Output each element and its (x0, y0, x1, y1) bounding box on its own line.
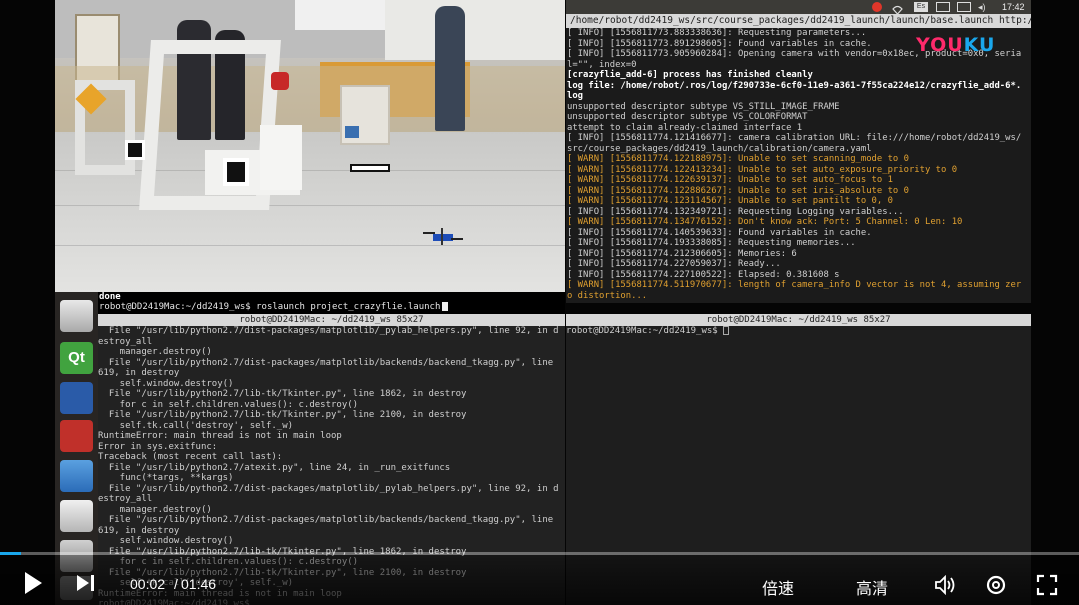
log-line: [crazyflie_add-6] process has finished c… (567, 70, 813, 80)
log-line: unsupported descriptor subtype VS_STILL_… (567, 101, 840, 112)
terminal-line: manager.destroy() (98, 504, 212, 515)
video-player[interactable]: Es ◂) 17:42 /home/robot/dd2419_ws/src/co… (0, 0, 1079, 605)
terminal-line: File "/usr/lib/python2.7/lib-tk/Tkinter.… (98, 389, 467, 399)
current-time: 00:02 (130, 576, 166, 592)
files-app-icon[interactable] (60, 300, 93, 332)
drive-icon[interactable] (60, 500, 93, 532)
log-line: unsupported descriptor subtype VS_COLORF… (567, 112, 808, 122)
launch-command-text: robot@DD2419Mac:~/dd2419_ws$ roslaunch p… (99, 302, 441, 312)
terminal-line: 619, in destroy (98, 525, 180, 536)
record-indicator-icon (872, 2, 882, 12)
terminal-line: File "/usr/lib/python2.7/dist-packages/m… (98, 515, 554, 525)
mail-icon (957, 2, 971, 12)
vscode-icon[interactable] (60, 382, 93, 414)
terminal-line: Traceback (most recent call last): (98, 452, 283, 462)
launch-terminal-strip[interactable]: done robot@DD2419Mac:~/dd2419_ws$ roslau… (55, 292, 565, 314)
log-line: [ WARN] [1556811774.122413234]: Unable t… (567, 164, 958, 175)
terminal-cursor (442, 302, 449, 311)
terminal-line: estroy_all (98, 494, 153, 504)
terminal-line: File "/usr/lib/python2.7/dist-packages/m… (98, 326, 559, 336)
log-line: src/course_packages/dd2419_launch/calibr… (567, 143, 872, 154)
launch-done-line: done (99, 292, 121, 302)
player-controls: 00:02 / 01:46 倍速 高清 (0, 555, 1079, 605)
terminal-left-title: robot@DD2419Mac: ~/dd2419_ws 85x27 (98, 314, 565, 326)
play-button[interactable] (23, 571, 43, 600)
speed-label: 倍速 (762, 581, 795, 598)
log-terminal-output: [ INFO] [1556811773.883338636]: Requesti… (566, 28, 1031, 301)
terminal-line: File "/usr/lib/python2.7/lib-tk/Tkinter.… (98, 410, 467, 420)
log-line: [ INFO] [1556811774.121416677]: camera c… (567, 133, 1022, 143)
battery-icon (936, 2, 950, 12)
log-line: [ WARN] [1556811774.122639137]: Unable t… (567, 175, 893, 185)
terminal-line: manager.destroy() (98, 347, 212, 357)
speed-button[interactable]: 倍速 (762, 575, 794, 599)
next-button[interactable] (76, 574, 96, 597)
keyboard-layout-badge[interactable]: Es (914, 2, 928, 12)
next-icon (77, 575, 94, 591)
terminal-line: func(*targs, **kargs) (98, 473, 234, 483)
log-terminal[interactable]: /home/robot/dd2419_ws/src/course_package… (566, 14, 1031, 303)
terminal-line: File "/usr/lib/python2.7/dist-packages/m… (98, 357, 554, 368)
drone (423, 228, 463, 246)
keyboard-layout-label: Es (916, 3, 926, 10)
log-line: [ WARN] [1556811774.123114567]: Unable t… (567, 196, 893, 206)
log-line: o distortion... (567, 290, 648, 301)
watermark-you: YOU (916, 34, 964, 56)
log-line: log (567, 91, 584, 101)
volume-button[interactable] (934, 574, 956, 600)
terminal-line: RuntimeError: main thread is not in main… (98, 431, 342, 441)
system-top-panel: Es ◂) 17:42 (566, 0, 1031, 15)
terminal-line: self.window.destroy() (98, 378, 234, 389)
watermark-ku: KU (963, 34, 996, 56)
terminal-line: self.tk.call('destroy', self._w) (98, 420, 294, 431)
youku-watermark: YOUKU (916, 34, 996, 56)
quality-button[interactable]: 高清 (856, 575, 888, 599)
gear-icon (986, 575, 1006, 595)
terminal-line: File "/usr/lib/python2.7/atexit.py", lin… (98, 462, 451, 473)
terminal-line: 619, in destroy (98, 368, 180, 378)
wifi-icon (892, 2, 903, 15)
log-line: [ WARN] [1556811774.122886267]: Unable t… (567, 185, 909, 196)
red-app-icon[interactable] (60, 420, 93, 452)
time-separator: / (174, 576, 178, 592)
terminal-line: self.window.destroy() (98, 536, 234, 546)
log-line: [ WARN] [1556811774.134776152]: Don't kn… (567, 217, 963, 227)
terminal-line: for c in self.children.values(): c.destr… (98, 399, 359, 410)
terminal-line: File "/usr/lib/python2.7/dist-packages/m… (98, 483, 559, 494)
settings-button[interactable] (985, 574, 1007, 601)
volume-icon: ◂) (978, 2, 986, 12)
terminal-cursor (723, 326, 730, 335)
log-line: [ INFO] [1556811774.140539633]: Found va… (567, 227, 872, 238)
terminal-right-prompt: robot@DD2419Mac:~/dd2419_ws$ (566, 326, 1031, 337)
log-line: log file: /home/robot/.ros/log/f290733e-… (567, 80, 1022, 91)
fullscreen-button[interactable] (1036, 574, 1058, 601)
log-line: [ INFO] [1556811774.132349721]: Requesti… (567, 206, 904, 217)
log-line: [ INFO] [1556811774.227059037]: Ready... (567, 259, 781, 269)
total-time: 01:46 (181, 576, 217, 592)
log-terminal-title: /home/robot/dd2419_ws/src/course_package… (566, 14, 1031, 28)
terminal-line: Error in sys.exitfunc: (98, 441, 218, 452)
log-line: attempt to claim already-claimed interfa… (567, 122, 803, 133)
qt-creator-icon[interactable]: Qt (60, 342, 93, 374)
clock-text: 17:42 (1002, 2, 1025, 12)
fullscreen-icon (1036, 574, 1058, 596)
log-line: [ INFO] [1556811774.193338085]: Requesti… (567, 238, 856, 248)
log-line: l="", index=0 (567, 59, 637, 70)
camera-feed (55, 0, 565, 292)
software-center-icon[interactable] (60, 460, 93, 492)
terminal-line: estroy_all (98, 336, 153, 347)
quality-label: 高清 (856, 581, 889, 598)
play-icon (25, 572, 42, 594)
log-line: [ INFO] [1556811774.227100522]: Elapsed:… (567, 269, 840, 280)
terminal-right-prompt-text: robot@DD2419Mac:~/dd2419_ws$ (566, 326, 724, 336)
volume-icon (935, 574, 955, 596)
clock[interactable]: 17:42 (1002, 2, 1030, 12)
launch-command-line: robot@DD2419Mac:~/dd2419_ws$ roslaunch p… (55, 302, 565, 312)
terminal-right-title: robot@DD2419Mac: ~/dd2419_ws 85x27 (566, 314, 1031, 326)
log-line: [ WARN] [1556811774.122188975]: Unable t… (567, 154, 909, 164)
log-line: [ INFO] [1556811774.212306605]: Memories… (567, 248, 797, 259)
log-line: [ WARN] [1556811774.511970677]: length o… (567, 280, 1022, 290)
